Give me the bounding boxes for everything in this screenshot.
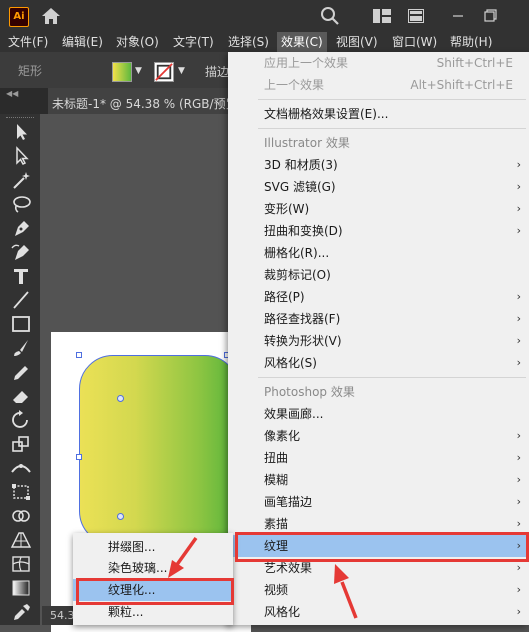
shape-builder-icon[interactable]: [9, 506, 33, 526]
menu-separator: [258, 99, 526, 100]
menu-separator: [258, 128, 526, 129]
restore-button[interactable]: [476, 4, 504, 28]
gradient-rounded-rectangle[interactable]: [79, 355, 239, 545]
menu-item-stylize-ps[interactable]: 风格化 ›: [228, 601, 529, 623]
menu-item-apply-last-effect[interactable]: 应用上一个效果 Shift+Ctrl+E: [228, 52, 529, 74]
submenu-arrow-icon: ›: [516, 224, 521, 237]
menu-item-video[interactable]: 视频 ›: [228, 579, 529, 601]
scale-icon[interactable]: [9, 434, 33, 454]
home-icon[interactable]: [40, 6, 62, 26]
annotation-arrow-icon: [334, 564, 358, 619]
menu-section-photoshop-effects: Photoshop 效果: [264, 385, 355, 399]
curvature-tool-icon[interactable]: [9, 242, 33, 262]
menu-file[interactable]: 文件(F): [4, 32, 52, 52]
selection-handle[interactable]: [76, 454, 82, 460]
menu-section-illustrator-effects: Illustrator 效果: [264, 136, 350, 150]
corner-radius-widget[interactable]: [117, 395, 124, 402]
submenu-arrow-icon: ›: [516, 202, 521, 215]
menu-item-raster-settings[interactable]: 文档栅格效果设置(E)...: [228, 103, 529, 125]
menu-effect[interactable]: 效果(C): [277, 32, 327, 52]
line-tool-icon[interactable]: [9, 290, 33, 310]
stroke-swatch[interactable]: [154, 62, 174, 82]
arrange-icon[interactable]: [408, 9, 424, 23]
pencil-icon[interactable]: [9, 362, 33, 382]
menu-item-distort[interactable]: 扭曲 ›: [228, 447, 529, 469]
menu-view[interactable]: 视图(V): [332, 32, 382, 52]
magic-wand-icon[interactable]: [9, 170, 33, 190]
menu-item-svg-filters[interactable]: SVG 滤镜(G) ›: [228, 176, 529, 198]
menu-select[interactable]: 选择(S): [224, 32, 273, 52]
submenu-arrow-icon: ›: [516, 473, 521, 486]
menu-window[interactable]: 窗口(W): [388, 32, 441, 52]
shape-type-label: 矩形: [18, 64, 43, 78]
submenu-arrow-icon: ›: [516, 356, 521, 369]
width-tool-icon[interactable]: [9, 458, 33, 478]
submenu-arrow-icon: ›: [516, 605, 521, 618]
menu-item-pixelate[interactable]: 像素化 ›: [228, 425, 529, 447]
lasso-icon[interactable]: [9, 194, 33, 214]
submenu-arrow-icon: ›: [516, 429, 521, 442]
submenu-item-patchwork[interactable]: 拼缀图...: [73, 536, 233, 558]
menu-item-convert-to-shape[interactable]: 转换为形状(V) ›: [228, 330, 529, 352]
menu-item-path[interactable]: 路径(P) ›: [228, 286, 529, 308]
panel-grip[interactable]: [6, 117, 34, 120]
search-icon[interactable]: [320, 6, 340, 26]
rotate-icon[interactable]: [9, 410, 33, 430]
gradient-icon[interactable]: [9, 578, 33, 598]
mesh-icon[interactable]: [9, 554, 33, 574]
submenu-item-stained-glass[interactable]: 染色玻璃...: [73, 557, 233, 579]
perspective-grid-icon[interactable]: [9, 530, 33, 550]
menu-item-pathfinder[interactable]: 路径查找器(F) ›: [228, 308, 529, 330]
eyedropper-icon[interactable]: [9, 602, 33, 622]
rectangle-tool-icon[interactable]: [9, 314, 33, 334]
document-tab-title: 未标题-1* @ 54.38 % (RGB/预览): [52, 97, 243, 111]
submenu-arrow-icon: ›: [516, 495, 521, 508]
menu-item-stylize-ai[interactable]: 风格化(S) ›: [228, 352, 529, 374]
submenu-arrow-icon: ›: [516, 290, 521, 303]
annotation-highlight-box: [76, 578, 234, 605]
direct-selection-tool-icon[interactable]: [9, 146, 33, 166]
menu-item-3d[interactable]: 3D 和材质(3) ›: [228, 154, 529, 176]
submenu-arrow-icon: ›: [516, 451, 521, 464]
workspace-icon[interactable]: [373, 9, 391, 23]
corner-radius-widget[interactable]: [117, 513, 124, 520]
pen-tool-icon[interactable]: [9, 218, 33, 238]
menu-item-last-effect[interactable]: 上一个效果 Alt+Shift+Ctrl+E: [228, 74, 529, 96]
eraser-icon[interactable]: [9, 386, 33, 406]
collapse-panel-icon[interactable]: ◀◀: [6, 89, 18, 98]
menu-object[interactable]: 对象(O): [112, 32, 163, 52]
menu-item-crop-marks[interactable]: 裁剪标记(O): [228, 264, 529, 286]
free-transform-icon[interactable]: [9, 482, 33, 502]
fill-swatch[interactable]: [112, 62, 132, 82]
menu-item-rasterize[interactable]: 栅格化(R)...: [228, 242, 529, 264]
menu-item-brush-strokes[interactable]: 画笔描边 ›: [228, 491, 529, 513]
submenu-arrow-icon: ›: [516, 312, 521, 325]
menu-item-blur[interactable]: 模糊 ›: [228, 469, 529, 491]
menu-item-warp[interactable]: 变形(W) ›: [228, 198, 529, 220]
submenu-arrow-icon: ›: [516, 158, 521, 171]
submenu-arrow-icon: ›: [516, 334, 521, 347]
submenu-arrow-icon: ›: [516, 583, 521, 596]
selection-handle[interactable]: [76, 352, 82, 358]
selection-tool-icon[interactable]: [9, 122, 33, 142]
submenu-arrow-icon: ›: [516, 180, 521, 193]
menu-item-effect-gallery[interactable]: 效果画廊...: [228, 403, 529, 425]
annotation-highlight-box: [235, 532, 529, 562]
chevron-down-icon[interactable]: ▼: [135, 66, 142, 76]
app-logo: Ai: [9, 7, 29, 27]
menu-help[interactable]: 帮助(H): [446, 32, 496, 52]
menu-item-distort-transform[interactable]: 扭曲和变换(D) ›: [228, 220, 529, 242]
type-tool-icon[interactable]: [9, 266, 33, 286]
annotation-arrow-icon: [168, 536, 198, 578]
minimize-button[interactable]: [444, 4, 472, 28]
menu-edit[interactable]: 编辑(E): [58, 32, 107, 52]
paintbrush-icon[interactable]: [9, 338, 33, 358]
stroke-label[interactable]: 描边: [205, 63, 229, 80]
chevron-down-icon[interactable]: ▼: [178, 66, 185, 76]
menu-separator: [258, 377, 526, 378]
menu-type[interactable]: 文字(T): [169, 32, 218, 52]
menu-bar: 文件(F) 编辑(E) 对象(O) 文字(T) 选择(S) 效果(C) 视图(V…: [0, 32, 529, 52]
